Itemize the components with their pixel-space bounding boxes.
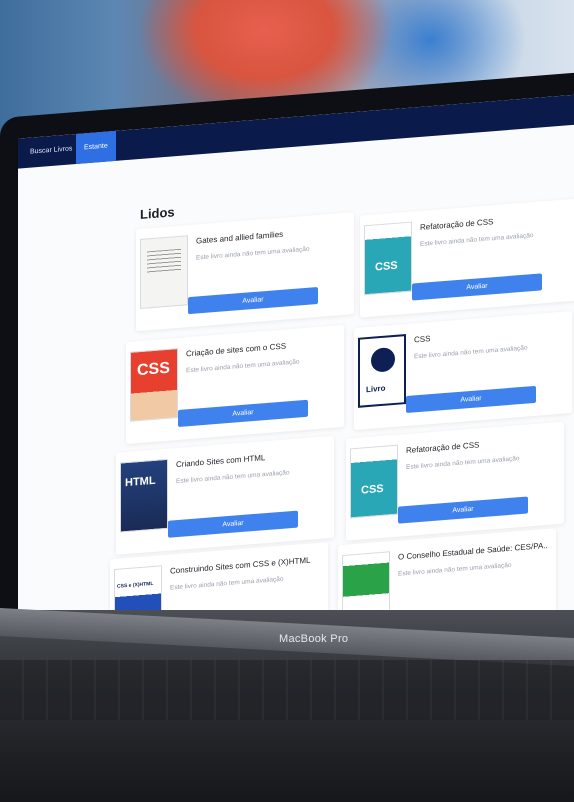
nav-estante[interactable]: Estante [76,130,116,165]
book-card: Refatoração de CSS Este livro ainda não … [346,421,564,541]
book-title: Refatoração de CSS [406,440,480,456]
book-card: Criação de sites com o CSS Este livro ai… [126,324,344,445]
book-rating-status: Este livro ainda não tem uma avaliação [398,561,512,578]
device-model-label: MacBook Pro [279,633,349,645]
book-cover [350,444,398,519]
book-rating-status: Este livro ainda não tem uma avaliação [176,469,290,486]
book-rating-status: Este livro ainda não tem uma avaliação [414,344,528,361]
rate-button[interactable]: Avaliar [398,496,528,524]
laptop-lid: Buscar Livros Estante Lidos Gates and al… [0,69,574,678]
keyboard [0,660,574,720]
book-card: Refatoração de CSS Este livro ainda não … [360,198,574,318]
book-rating-status: Este livro ainda não tem uma avaliação [406,455,520,472]
section-title: Lidos [140,204,175,222]
book-title: Construindo Sites com CSS e (X)HTML [170,555,311,576]
book-icon [371,346,395,373]
book-rating-status: Este livro ainda não tem uma avaliação [170,575,284,592]
book-title: Gates and allied families [196,229,284,246]
book-rating-status: Este livro ainda não tem uma avaliação [186,358,300,375]
book-cover [130,347,178,422]
rate-button[interactable]: Avaliar [412,273,542,301]
rate-button[interactable]: Avaliar [178,399,308,427]
book-cover [364,221,412,296]
book-cover [140,235,188,309]
rate-button[interactable]: Avaliar [188,286,318,315]
app-screen: Buscar Livros Estante Lidos Gates and al… [18,92,574,659]
book-cover: Livro [358,334,406,408]
book-card: Gates and allied families Este livro ain… [136,212,354,332]
book-rating-status: Este livro ainda não tem uma avaliação [196,245,310,262]
book-title: CSS [414,334,431,345]
book-cover [120,458,168,533]
book-card: Criando Sites com HTML Este livro ainda … [116,435,334,555]
book-card: Livro CSS Este livro ainda não tem uma a… [354,310,572,431]
cover-label: Livro [366,383,386,395]
nav-buscar-livros[interactable]: Buscar Livros [22,134,80,169]
book-title: Criando Sites com HTML [176,453,266,470]
rate-button[interactable]: Avaliar [406,385,536,414]
book-title: O Conselho Estadual de Saúde: CES/PA... [398,540,548,562]
book-title: Criação de sites com o CSS [186,341,287,359]
rate-button[interactable]: Avaliar [168,510,298,538]
book-title: Refatoração de CSS [420,217,494,232]
book-rating-status: Este livro ainda não tem uma avaliação [420,232,534,248]
